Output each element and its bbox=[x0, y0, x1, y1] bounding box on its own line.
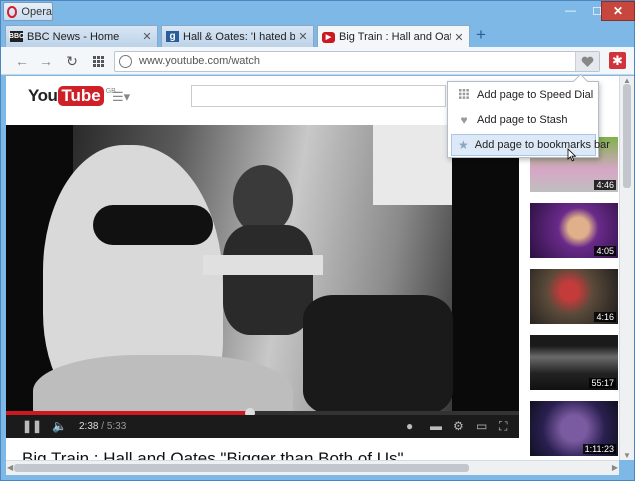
youtube-logo[interactable]: You Tube GB bbox=[28, 86, 116, 106]
add-to-stash-item[interactable]: ♥ Add page to Stash bbox=[451, 109, 596, 131]
speed-dial-grid-icon[interactable] bbox=[89, 52, 107, 70]
volume-icon[interactable]: 🔈 bbox=[52, 419, 67, 433]
vertical-scroll-thumb[interactable] bbox=[623, 84, 631, 188]
scroll-right-icon[interactable]: ▶ bbox=[612, 463, 618, 472]
duration: 5:33 bbox=[106, 421, 127, 432]
annotations-icon[interactable]: ● bbox=[406, 419, 413, 433]
youtube-favicon-icon: ▶ bbox=[322, 31, 335, 43]
title-bar: Opera — ☐ ✕ bbox=[1, 1, 635, 23]
video-title: Big Train : Hall and Oates "Bigger than … bbox=[22, 449, 404, 460]
theater-mode-icon[interactable]: ▭ bbox=[476, 419, 487, 433]
thumbnail-duration: 55:17 bbox=[589, 378, 616, 388]
close-tab-icon[interactable]: ✕ bbox=[297, 30, 309, 43]
horizontal-scroll-thumb[interactable] bbox=[14, 464, 469, 472]
pause-icon[interactable]: ❚❚ bbox=[22, 419, 42, 433]
tab-bar: BBC BBC News - Home ✕ g Hall & Oates: 'I… bbox=[1, 23, 634, 48]
forward-arrow-icon[interactable]: → bbox=[37, 52, 55, 70]
extension-puzzle-icon[interactable]: ✱ bbox=[609, 52, 626, 69]
menu-item-label: Add page to bookmarks bar bbox=[474, 139, 610, 151]
close-tab-icon[interactable]: ✕ bbox=[453, 31, 465, 44]
scroll-left-icon[interactable]: ◀ bbox=[7, 463, 13, 472]
thumbnail-duration: 4:16 bbox=[594, 312, 616, 322]
tab-title: BBC News - Home bbox=[27, 30, 120, 43]
vertical-scrollbar[interactable]: ▲ ▼ bbox=[619, 76, 634, 460]
horizontal-scrollbar[interactable]: ◀ ▶ bbox=[6, 460, 619, 475]
opera-menu-button[interactable]: Opera bbox=[3, 2, 53, 21]
guide-menu-icon[interactable]: ☰▾ bbox=[112, 89, 130, 105]
tab-title: Big Train : Hall and Oates bbox=[339, 31, 451, 43]
close-tab-icon[interactable]: ✕ bbox=[141, 30, 153, 43]
stash-heart-button[interactable] bbox=[575, 52, 599, 71]
captions-icon[interactable]: ▬ bbox=[430, 419, 442, 433]
opera-menu-label: Opera bbox=[21, 5, 52, 18]
tab-bbc-news[interactable]: BBC BBC News - Home ✕ bbox=[5, 25, 158, 47]
site-info-icon[interactable] bbox=[119, 55, 132, 68]
close-window-button[interactable]: ✕ bbox=[601, 1, 635, 21]
reload-icon[interactable]: ↻ bbox=[63, 52, 81, 70]
back-arrow-icon[interactable]: ← bbox=[13, 52, 31, 70]
scroll-down-icon[interactable]: ▼ bbox=[623, 451, 631, 460]
address-bar[interactable]: www.youtube.com/watch bbox=[114, 51, 600, 72]
tab-hall-oates-article[interactable]: g Hall & Oates: 'I hated bein ✕ bbox=[161, 25, 314, 47]
bbc-favicon-icon: BBC bbox=[8, 31, 25, 42]
new-tab-button[interactable]: + bbox=[473, 26, 489, 44]
tab-title: Hall & Oates: 'I hated bein bbox=[183, 30, 295, 43]
time-display: 2:38 / 5:33 bbox=[79, 421, 127, 432]
logo-you-text: You bbox=[28, 86, 58, 105]
stash-popup-menu: Add page to Speed Dial ♥ Add page to Sta… bbox=[447, 81, 610, 158]
youtube-search-input[interactable] bbox=[191, 85, 446, 107]
video-frame bbox=[33, 125, 453, 411]
url-text[interactable]: www.youtube.com/watch bbox=[139, 55, 260, 67]
menu-item-label: Add page to Speed Dial bbox=[477, 89, 594, 101]
related-video-thumbnail[interactable]: 4:16 bbox=[530, 269, 618, 324]
related-video-thumbnail[interactable]: 55:17 bbox=[530, 335, 618, 390]
current-time: 2:38 bbox=[79, 421, 99, 432]
heart-icon: ♥ bbox=[460, 113, 468, 127]
star-icon: ★ bbox=[458, 138, 469, 152]
video-player[interactable] bbox=[6, 125, 519, 411]
mouse-cursor-icon bbox=[567, 148, 577, 162]
related-video-thumbnail[interactable]: 4:05 bbox=[530, 203, 618, 258]
guardian-favicon-icon: g bbox=[166, 31, 179, 42]
heart-icon bbox=[581, 56, 594, 67]
navigation-toolbar: ← → ↻ www.youtube.com/watch ✱ bbox=[1, 47, 634, 75]
settings-gear-icon[interactable]: ⚙ bbox=[453, 419, 464, 433]
thumbnail-duration: 1:11:23 bbox=[582, 444, 616, 454]
fullscreen-icon[interactable]: ⛶ bbox=[499, 419, 507, 434]
minimize-button[interactable]: — bbox=[557, 1, 584, 21]
browser-window: Opera — ☐ ✕ BBC BBC News - Home ✕ g Hall… bbox=[0, 0, 635, 481]
menu-item-label: Add page to Stash bbox=[477, 114, 568, 126]
speed-dial-icon bbox=[457, 88, 471, 102]
player-controls: ❚❚ 🔈 2:38 / 5:33 ● ▬ ⚙ ▭ ⛶ bbox=[6, 415, 519, 438]
logo-tube-text: Tube bbox=[58, 86, 104, 106]
thumbnail-duration: 4:46 bbox=[594, 180, 616, 190]
thumbnail-duration: 4:05 bbox=[594, 246, 616, 256]
tab-youtube-big-train[interactable]: ▶ Big Train : Hall and Oates ✕ bbox=[317, 25, 470, 48]
sunglasses-shape bbox=[93, 205, 213, 245]
add-to-speed-dial-item[interactable]: Add page to Speed Dial bbox=[451, 84, 596, 106]
opera-logo-icon bbox=[7, 5, 18, 18]
related-video-thumbnail[interactable]: 1:11:23 bbox=[530, 401, 618, 456]
